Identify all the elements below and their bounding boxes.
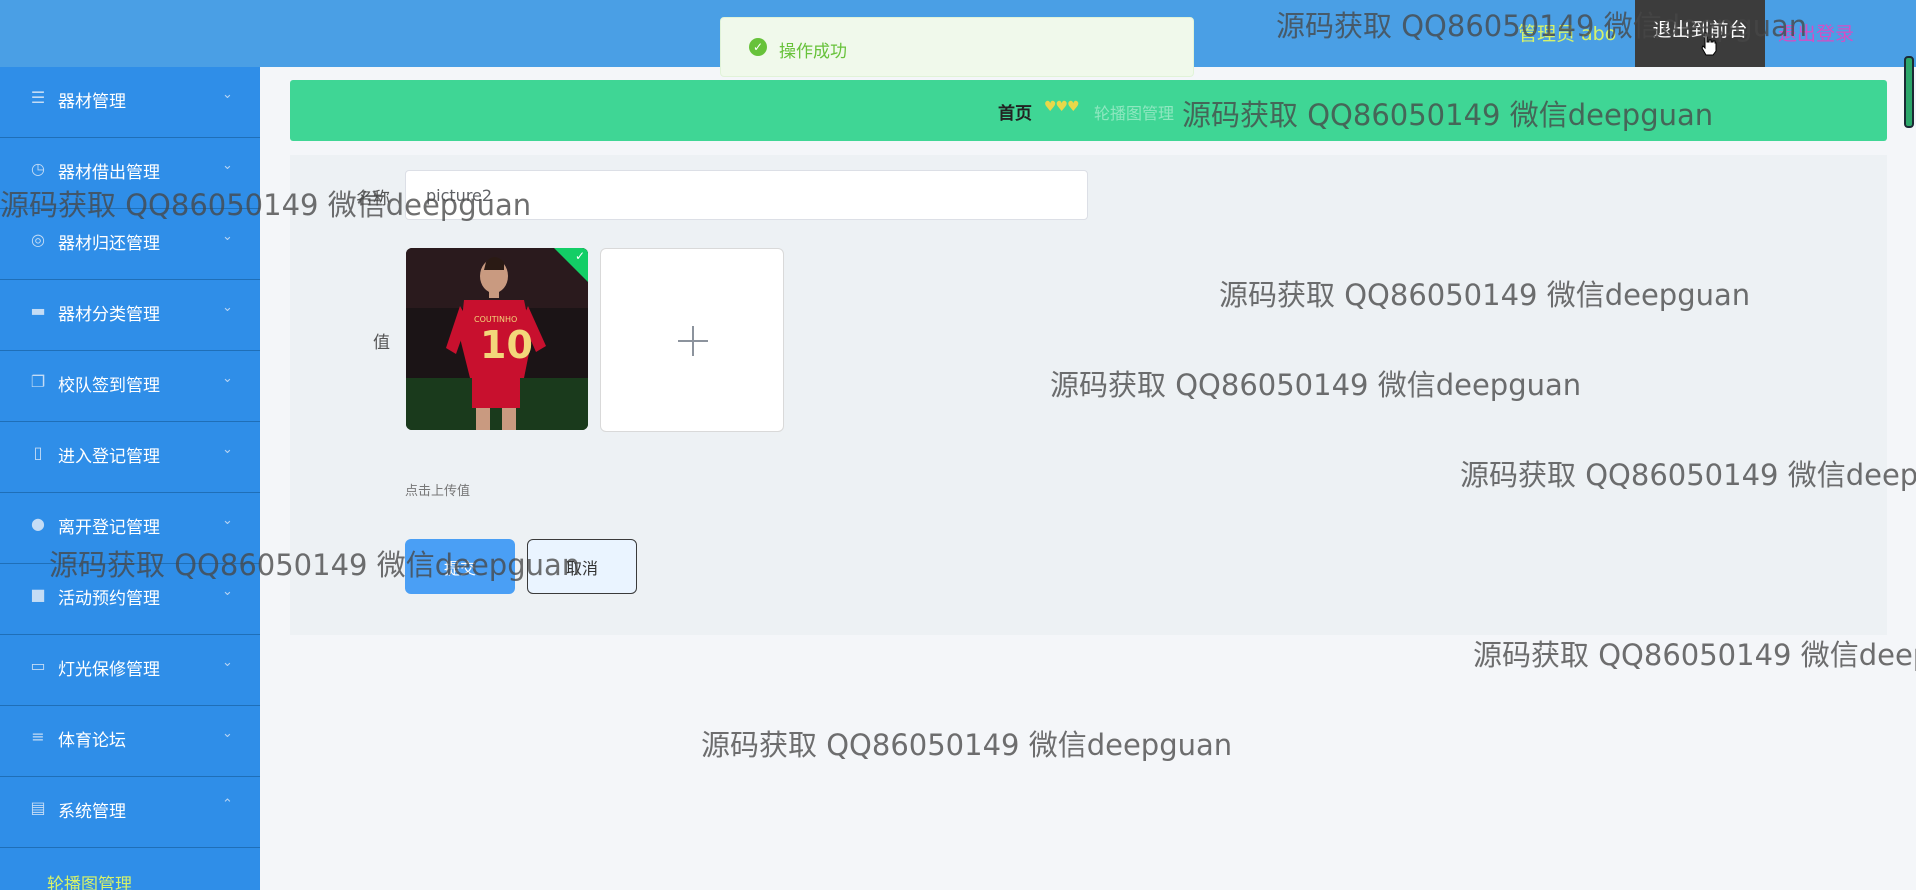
- breadcrumb-home[interactable]: 首页: [998, 99, 1032, 124]
- chevron-down-icon: ⌄: [222, 584, 233, 599]
- svg-text:COUTINHO: COUTINHO: [474, 315, 517, 324]
- image-upload-button[interactable]: [600, 248, 784, 432]
- sidebar-item-entry-registration[interactable]: ▯ 进入登记管理 ⌄: [0, 422, 260, 493]
- sidebar-item-category[interactable]: ▬ 器材分类管理 ⌄: [0, 280, 260, 351]
- chevron-down-icon: ⌄: [222, 300, 233, 315]
- chevron-down-icon: ⌄: [222, 229, 233, 244]
- sidebar-item-label: 进入登记管理: [58, 447, 160, 467]
- toast-message: 操作成功: [779, 42, 847, 62]
- sidebar-item-system[interactable]: ▤ 系统管理 ⌃: [0, 777, 260, 848]
- target-icon: ◎: [31, 230, 45, 249]
- sidebar-item-label: 体育论坛: [58, 731, 126, 751]
- copy-icon: ❐: [30, 372, 46, 391]
- sidebar-item-activity-booking[interactable]: ■ 活动预约管理 ⌄: [0, 564, 260, 635]
- uploaded-image-thumbnail[interactable]: 10 COUTINHO ✓: [406, 248, 588, 430]
- check-circle-icon: ✓: [749, 38, 767, 56]
- check-icon: ✓: [574, 249, 585, 263]
- card-icon: ▭: [30, 656, 46, 675]
- value-label: 值: [373, 333, 390, 353]
- phone-icon: ▯: [33, 443, 43, 462]
- chevron-down-icon: ⌄: [222, 87, 233, 102]
- chevron-down-icon: ⌄: [222, 371, 233, 386]
- sidebar-item-lending[interactable]: ◷ 器材借出管理 ⌄: [0, 138, 260, 209]
- sidebar-item-exit-registration[interactable]: ● 离开登记管理 ⌄: [0, 493, 260, 564]
- scrollbar[interactable]: [1904, 56, 1914, 128]
- success-toast: ✓ 操作成功: [720, 17, 1194, 77]
- sidebar-item-label: 器材归还管理: [58, 234, 160, 254]
- sidebar-item-sports-forum[interactable]: ≡ 体育论坛 ⌄: [0, 706, 260, 777]
- form-panel: 名称 值 10 COUTINHO ✓ 点击上传值 提交 取消: [290, 155, 1887, 635]
- sidebar-item-label: 系统管理: [58, 802, 126, 822]
- sidebar-item-label: 器材分类管理: [58, 305, 160, 325]
- sidebar: ☰ 器材管理 ⌄ ◷ 器材借出管理 ⌄ ◎ 器材归还管理 ⌄ ▬ 器材分类管理 …: [0, 67, 260, 890]
- sidebar-item-label: 器材借出管理: [58, 163, 160, 183]
- sidebar-item-return[interactable]: ◎ 器材归还管理 ⌄: [0, 209, 260, 280]
- sidebar-item-label: 校队签到管理: [58, 376, 160, 396]
- chevron-down-icon: ⌄: [222, 442, 233, 457]
- sidebar-item-label: 器材管理: [58, 92, 126, 112]
- sidebar-item-team-signin[interactable]: ❐ 校队签到管理 ⌄: [0, 351, 260, 422]
- breadcrumb: 首页 ♥♥♥ 轮播图管理: [290, 80, 1887, 141]
- svg-text:10: 10: [480, 323, 533, 367]
- chevron-up-icon: ⌃: [222, 797, 233, 812]
- submit-button[interactable]: 提交: [405, 539, 515, 594]
- breadcrumb-current: 轮播图管理: [1094, 104, 1175, 123]
- sidebar-item-label: 离开登记管理: [58, 518, 160, 538]
- sidebar-item-lighting-repair[interactable]: ▭ 灯光保修管理 ⌄: [0, 635, 260, 706]
- chevron-down-icon: ⌄: [222, 513, 233, 528]
- hand-cursor-icon: [1701, 32, 1717, 56]
- location-icon: ●: [31, 514, 45, 533]
- cancel-button[interactable]: 取消: [527, 539, 637, 594]
- clipboard-icon: ▤: [30, 798, 46, 817]
- list-icon: ☰: [30, 88, 46, 107]
- chevron-down-icon: ⌄: [222, 726, 233, 741]
- chevron-down-icon: ⌄: [222, 655, 233, 670]
- sidebar-item-label: 活动预约管理: [58, 589, 160, 609]
- admin-label: 管理员 abo: [1518, 23, 1617, 45]
- upload-hint: 点击上传值: [405, 484, 471, 499]
- name-input[interactable]: [405, 170, 1088, 220]
- hearts-separator-icon: ♥♥♥: [1044, 99, 1080, 115]
- sidebar-item-label: 灯光保修管理: [58, 660, 160, 680]
- logout-link[interactable]: 退出登录: [1778, 19, 1854, 46]
- sidebar-item-equipment[interactable]: ☰ 器材管理 ⌄: [0, 67, 260, 138]
- briefcase-icon: ■: [30, 585, 46, 604]
- plus-icon-vertical: [692, 326, 694, 356]
- chevron-down-icon: ⌄: [222, 158, 233, 173]
- compass-icon: ◷: [31, 159, 45, 178]
- sidebar-subitem-carousel[interactable]: 轮播图管理: [0, 848, 260, 890]
- sliders-icon: ≡: [31, 727, 45, 746]
- monitor-icon: ▬: [30, 301, 46, 320]
- watermark-text: 源码获取 QQ86050149 微信deepguan: [701, 728, 1233, 762]
- watermark-text: 源码获取 QQ86050149 微信deepguan: [1473, 638, 1916, 672]
- name-label: 名称: [356, 189, 390, 209]
